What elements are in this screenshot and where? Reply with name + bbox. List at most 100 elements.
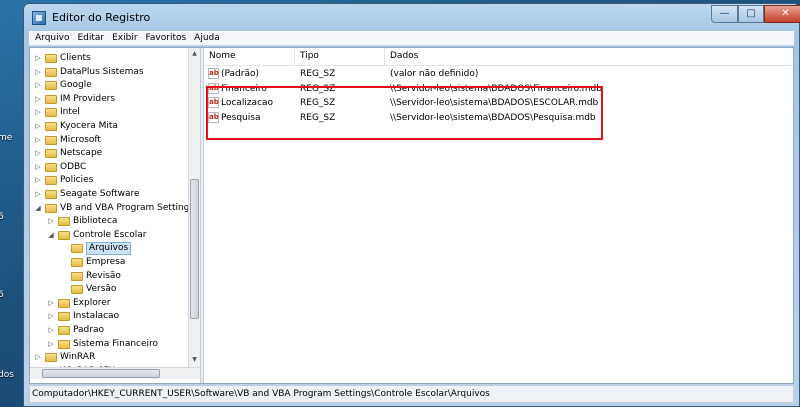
list-header: Nome Tipo Dados (204, 48, 793, 66)
tree-item-label: Explorer (73, 297, 111, 308)
expand-arrow-icon[interactable]: ▷ (34, 174, 42, 187)
expand-arrow-icon[interactable]: ▷ (34, 106, 42, 119)
folder-icon (45, 135, 57, 145)
expand-arrow-icon[interactable]: ▷ (34, 52, 42, 65)
tree-vertical-scrollbar[interactable]: ▲ ▼ (188, 48, 200, 367)
ab-string-icon: ab (208, 68, 219, 79)
tree-item-label: Intel (60, 107, 80, 118)
menu-favoritos[interactable]: Favoritos (142, 31, 191, 46)
folder-icon (45, 190, 57, 199)
desktop-label[interactable]: 6 (0, 212, 4, 222)
folder-icon (45, 108, 57, 118)
menu-bar: Arquivo Editar Exibir Favoritos Ajuda (29, 31, 794, 46)
horizontal-scroll-thumb[interactable] (42, 369, 160, 378)
status-bar-path: Computador\HKEY_CURRENT_USER\Software\VB… (29, 385, 794, 403)
expand-arrow-icon[interactable]: ▷ (34, 120, 42, 133)
scroll-down-arrow-icon[interactable]: ▼ (189, 354, 200, 366)
folder-icon (71, 271, 83, 281)
scroll-up-arrow-icon[interactable]: ▲ (189, 48, 200, 60)
collapse-arrow-icon[interactable]: ◢ (47, 229, 55, 242)
expand-arrow-icon[interactable]: ▷ (34, 66, 42, 79)
registry-key-tree: ▷ Clients ▷ DataPlus Sistemas ▷ Google ▷ IM Pro… (30, 48, 188, 367)
registry-editor-window: Editor do Registro — □ ✕ Arquivo Editar Ex… (23, 3, 800, 407)
menu-ajuda[interactable]: Ajuda (190, 31, 224, 46)
tree-item-label: Google (60, 80, 92, 91)
folder-icon (71, 258, 83, 267)
tree-item-label: Seagate Software (60, 189, 140, 199)
tree-item-label: VB and VBA Program Settings (60, 202, 188, 213)
folder-icon (71, 244, 83, 254)
tree-item-label: ODBC (60, 161, 87, 172)
red-highlight-box (206, 86, 603, 140)
close-button[interactable]: ✕ (764, 5, 800, 23)
menu-exibir[interactable]: Exibir (108, 31, 141, 46)
folder-icon (45, 176, 57, 186)
vertical-scroll-thumb[interactable] (190, 179, 199, 319)
folder-icon (58, 217, 70, 227)
column-header-name[interactable]: Nome (204, 48, 295, 65)
tree-horizontal-scrollbar[interactable] (30, 367, 200, 379)
folder-icon (45, 353, 57, 363)
tree-item-label: Controle Escolar (73, 229, 147, 240)
tree-item-label: Revisão (86, 270, 121, 281)
folder-icon (58, 339, 70, 349)
tree-item-label: Versão (86, 284, 117, 295)
column-header-data[interactable]: Dados (385, 48, 793, 65)
expand-arrow-icon[interactable]: ▷ (34, 134, 42, 147)
tree-item-label: Microsoft (60, 134, 101, 145)
expand-arrow-icon[interactable]: ▷ (34, 161, 42, 174)
desktop-label[interactable]: 6 (0, 290, 4, 300)
expand-arrow-icon[interactable]: ▷ (47, 215, 55, 228)
folder-icon (45, 162, 57, 172)
folder-icon (58, 326, 70, 335)
folder-icon (45, 81, 57, 91)
title-bar[interactable]: Editor do Registro — □ ✕ (24, 4, 800, 31)
folder-icon (45, 122, 57, 131)
folder-icon (45, 54, 57, 63)
tree-item-label: Arquivos (86, 242, 132, 256)
expand-arrow-icon[interactable]: ▷ (34, 79, 42, 92)
menu-arquivo[interactable]: Arquivo (31, 31, 73, 46)
folder-icon (45, 94, 57, 104)
folder-icon (45, 67, 57, 77)
folder-icon (45, 149, 57, 159)
registry-value-row[interactable]: ab (Padrão) REG_SZ (valor não definido) (204, 67, 793, 81)
expand-arrow-icon[interactable]: ▷ (47, 338, 55, 351)
expand-arrow-icon[interactable]: ▷ (34, 147, 42, 160)
folder-icon (58, 312, 70, 322)
folder-icon (58, 298, 70, 308)
expand-arrow-icon[interactable]: ▷ (34, 188, 42, 201)
tree-item-label: Empresa (86, 257, 126, 267)
value-data: (valor não definido) (390, 69, 479, 79)
value-type: REG_SZ (300, 69, 336, 79)
menu-editar[interactable]: Editar (73, 31, 108, 46)
folder-icon (71, 285, 83, 295)
expand-arrow-icon[interactable]: ▷ (47, 310, 55, 323)
maximize-button[interactable]: □ (738, 5, 764, 23)
expand-arrow-icon[interactable]: ▷ (34, 93, 42, 106)
value-name: (Padrão) (221, 69, 259, 79)
tree-item-label: Clients (60, 53, 91, 63)
tree-item-label: Kyocera Mita (60, 121, 118, 131)
collapse-arrow-icon[interactable]: ◢ (34, 202, 42, 215)
tree-item-label: DataPlus Sistemas (60, 66, 144, 77)
tree-item-label: Padrao (73, 325, 104, 335)
expand-arrow-icon[interactable]: ▷ (34, 351, 42, 364)
desktop-label[interactable]: dos (0, 370, 14, 380)
tree-item-label: Sistema Financeiro (73, 338, 159, 349)
tree-item-label: Policies (60, 175, 94, 186)
desktop-label[interactable]: me (0, 133, 12, 143)
tree-item-label: Biblioteca (73, 216, 118, 227)
tree-item-label: IM Providers (60, 93, 116, 104)
regedit-icon[interactable] (32, 11, 46, 25)
expand-arrow-icon[interactable]: ▷ (47, 324, 55, 337)
client-area: ▷ Clients ▷ DataPlus Sistemas ▷ Google ▷ IM Pro… (29, 47, 794, 384)
minimize-button[interactable]: — (711, 5, 738, 23)
tree-item-label: Netscape (60, 148, 103, 159)
column-header-type[interactable]: Tipo (295, 48, 385, 65)
expand-arrow-icon[interactable]: ▷ (47, 297, 55, 310)
folder-icon (45, 203, 57, 213)
folder-icon (58, 230, 70, 240)
tree-item-label: Instalacao (73, 311, 120, 322)
tree-item-label: WinRAR (60, 352, 96, 363)
